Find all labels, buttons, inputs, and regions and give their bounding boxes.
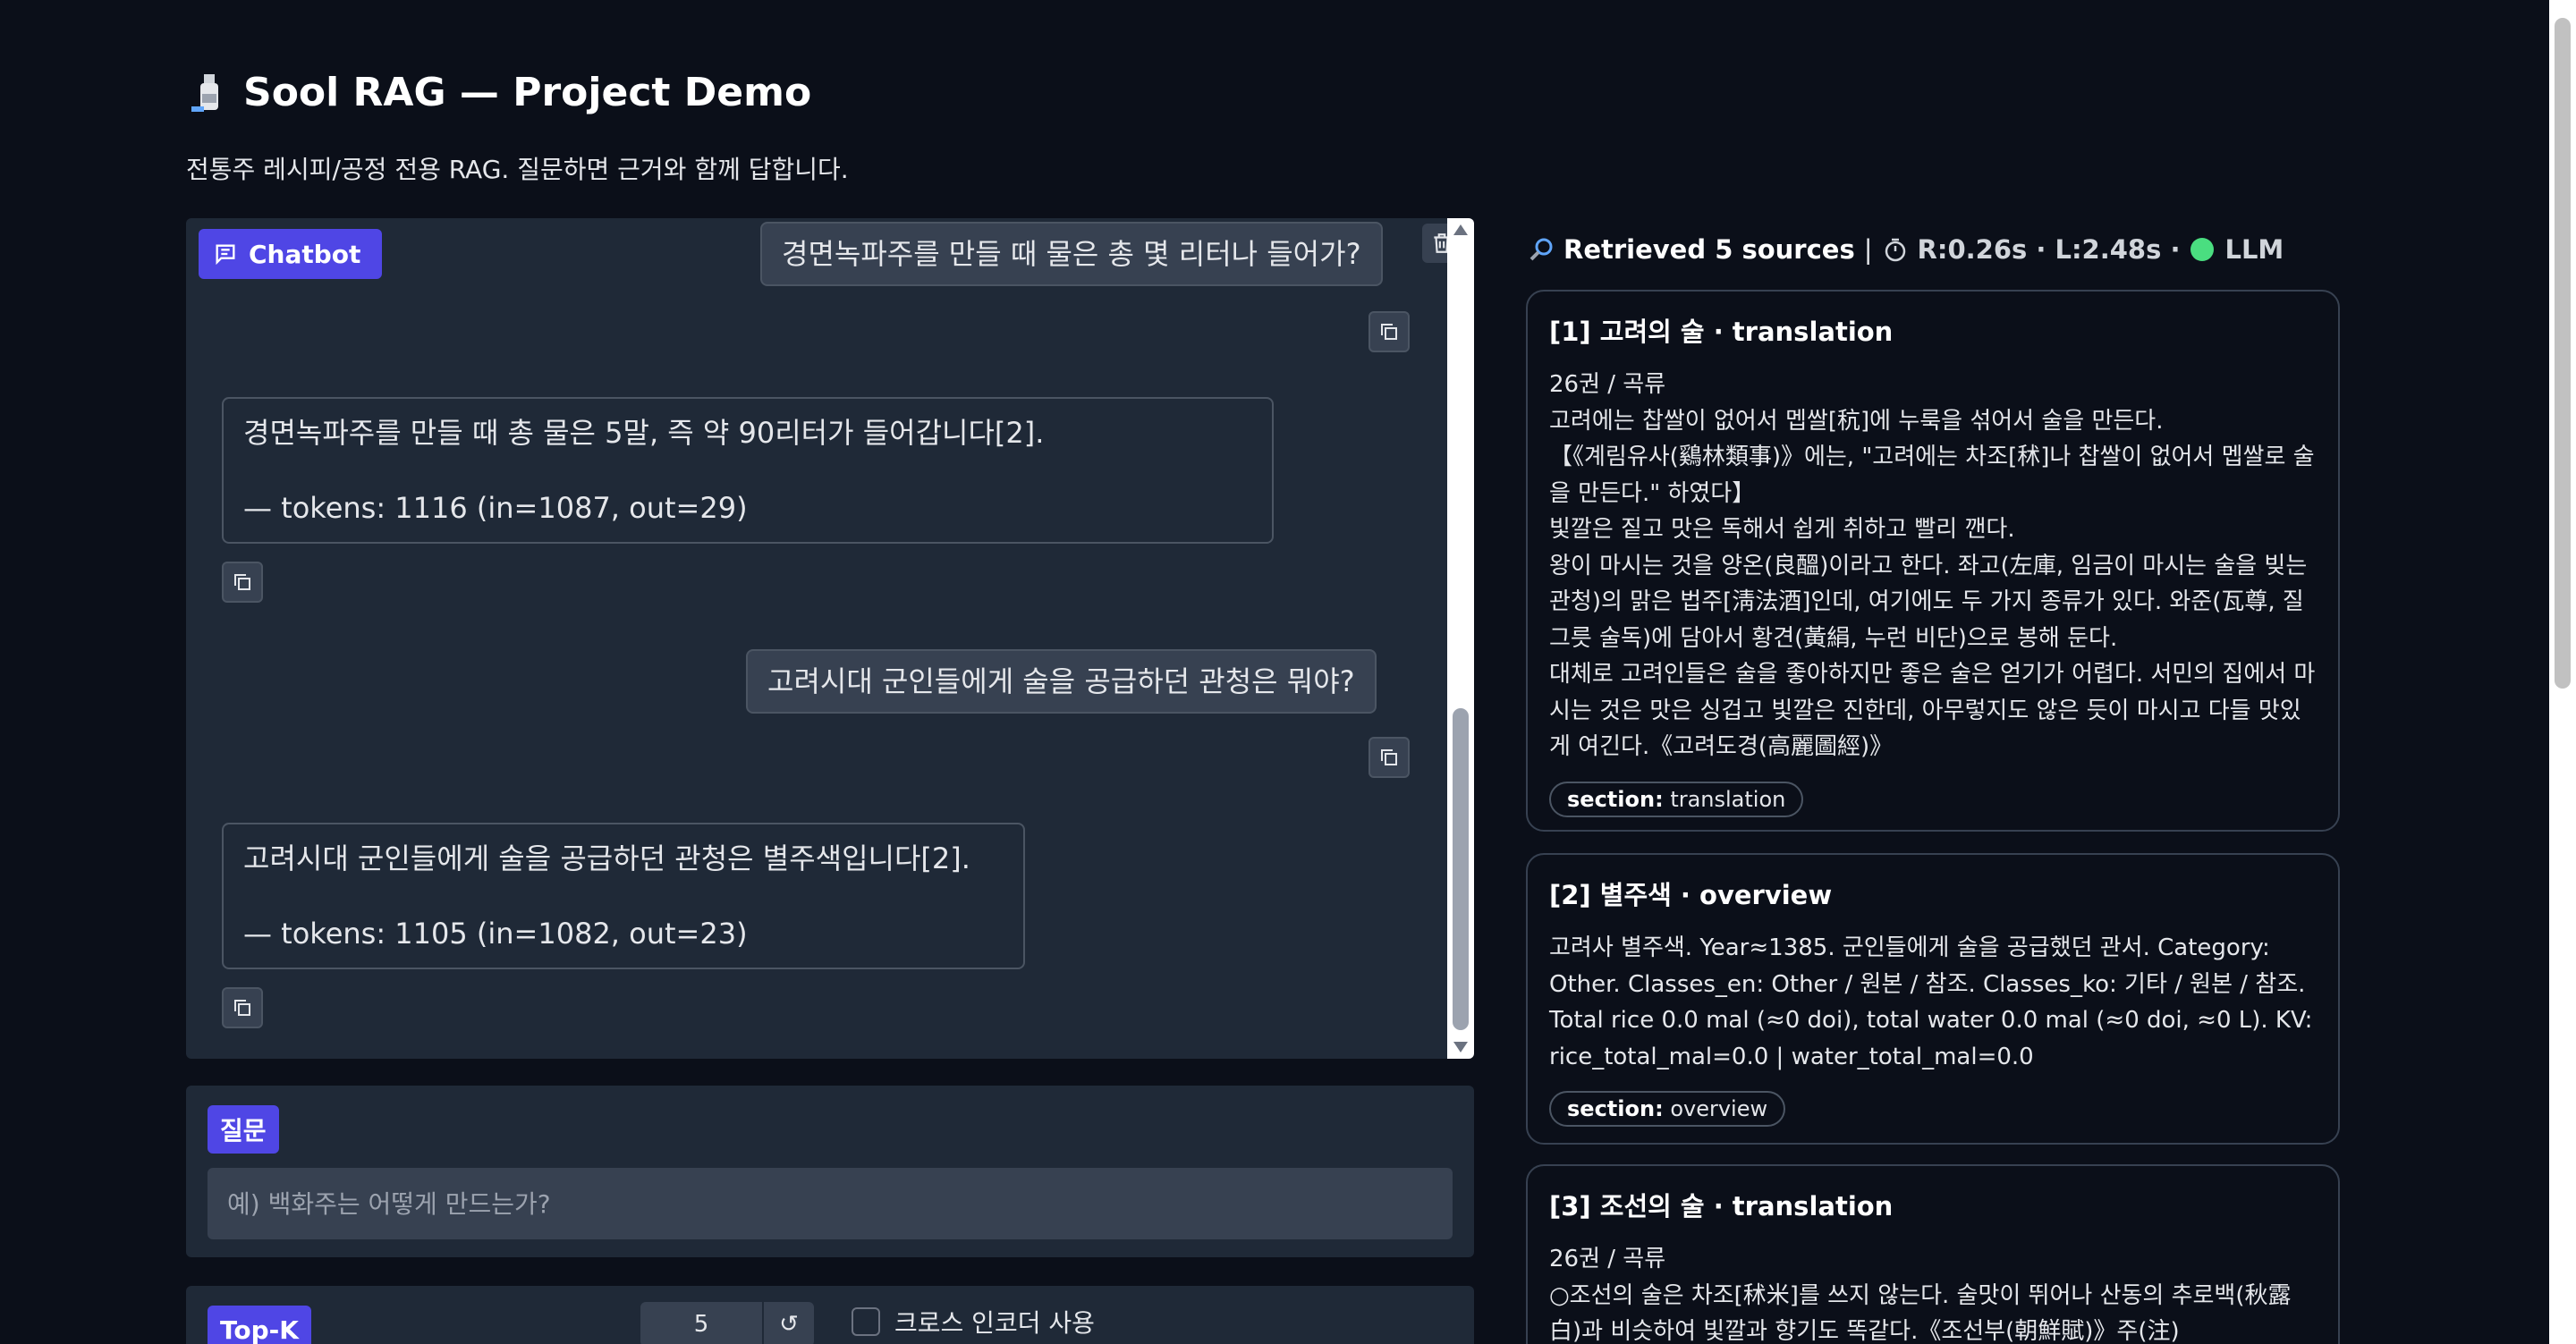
user-message-text: 고려시대 군인들에게 술을 공급하던 관청은 뭐야? xyxy=(767,664,1355,698)
source-line: 대체로 고려인들은 술을 좋아하지만 좋은 술은 얻기가 어렵다. 서민의 집에… xyxy=(1549,661,2316,760)
user-message: 고려시대 군인들에게 술을 공급하던 관청은 뭐야? xyxy=(746,649,1377,714)
user-message-text: 경면녹파주를 만들 때 물은 총 몇 리터나 들어가? xyxy=(782,237,1361,271)
chat-scrollbar[interactable] xyxy=(1447,218,1474,1059)
sources-separator: | xyxy=(1863,234,1873,265)
bot-message: 고려시대 군인들에게 술을 공급하던 관청은 별주색입니다[2]. — toke… xyxy=(222,823,1025,969)
chat-scroll-thumb[interactable] xyxy=(1453,708,1469,1030)
source-line: 【《계림유사(鷄林類事)》에는, "고려에는 차조[秫]나 찹쌀이 없어서 멥쌀… xyxy=(1549,444,2315,507)
token-count: — tokens: 1105 (in=1082, out=23) xyxy=(243,917,748,951)
source-card-body: 고려사 별주색. Year≈1385. 군인들에게 술을 공급했던 관서. Ca… xyxy=(1549,930,2317,1075)
source-line: 빛깔은 짙고 맛은 독해서 쉽게 취하고 빨리 깬다. xyxy=(1549,516,2015,543)
cross-encoder-label: 크로스 인코더 사용 xyxy=(894,1308,1095,1338)
scroll-down-arrow-icon[interactable] xyxy=(1451,1039,1470,1055)
source-card-title: [2] 별주색 · overview xyxy=(1549,880,1833,910)
source-line: 고려에는 찹쌀이 없어서 멥쌀[秔]에 누룩을 섞어서 술을 만든다. xyxy=(1549,407,2164,435)
section-tag-key: section: xyxy=(1567,1096,1664,1121)
chatbot-label: Chatbot xyxy=(199,229,383,279)
copy-button[interactable] xyxy=(1368,737,1410,778)
copy-icon xyxy=(1381,324,1397,340)
source-card: [1] 고려의 술 · translation 26권 / 곡류 고려에는 찹쌀… xyxy=(1526,290,2340,832)
cross-encoder-checkbox[interactable] xyxy=(852,1307,880,1336)
page-scrollbar[interactable] xyxy=(2549,0,2576,1344)
topk-reset-button[interactable]: ↺ xyxy=(764,1302,814,1344)
question-input[interactable] xyxy=(208,1168,1453,1239)
settings-panel: Top-K ↺ 크로스 인코더 사용 xyxy=(186,1286,1474,1344)
source-card-title: [3] 조선의 술 · translation xyxy=(1549,1191,1894,1221)
copy-button[interactable] xyxy=(1368,311,1410,352)
copy-button[interactable] xyxy=(222,987,263,1028)
source-card-body: 26권 / 곡류 고려에는 찹쌀이 없어서 멥쌀[秔]에 누룩을 섞어서 술을 … xyxy=(1549,367,2317,765)
copy-button[interactable] xyxy=(222,562,263,603)
section-tag-value: translation xyxy=(1670,786,1786,812)
source-card-title: [1] 고려의 술 · translation xyxy=(1549,317,1894,347)
token-count: — tokens: 1116 (in=1087, out=29) xyxy=(243,491,748,525)
copy-icon xyxy=(234,1000,250,1016)
source-line: 고려사 별주색. Year≈1385. 군인들에게 술을 공급했던 관서. Ca… xyxy=(1549,934,2313,1070)
section-tag: section: overview xyxy=(1549,1091,1786,1127)
section-tag-value: overview xyxy=(1670,1096,1768,1121)
section-tag: section: translation xyxy=(1549,781,1804,817)
page-subtitle: 전통주 레시피/공정 전용 RAG. 질문하면 근거와 함께 답합니다. xyxy=(186,155,849,184)
chat-panel: Chatbot 경면녹파주를 만들 때 물은 총 몇 리터나 들어가? 경면녹파… xyxy=(186,218,1474,1059)
topk-label: Top-K xyxy=(208,1306,311,1344)
source-card-body: 26권 / 곡류 ○조선의 술은 차조[秫米]를 쓰지 않는다. 술맛이 뛰어나… xyxy=(1549,1241,2317,1344)
bottle-icon xyxy=(191,73,218,112)
source-line: 왕이 마시는 것을 양온(良醞)이라고 한다. 좌고(左庫, 임금이 마시는 술… xyxy=(1549,552,2308,652)
stopwatch-icon xyxy=(1885,238,1905,262)
topk-input[interactable] xyxy=(640,1302,762,1344)
bot-message-text: 고려시대 군인들에게 술을 공급하던 관청은 별주색입니다[2]. xyxy=(243,841,970,875)
green-dot-icon xyxy=(2190,238,2215,261)
source-line: 26권 / 곡류 xyxy=(1549,371,1666,398)
copy-icon xyxy=(234,574,250,590)
page-title-text: Sool RAG — Project Demo xyxy=(243,70,812,115)
bot-message-text: 경면녹파주를 만들 때 총 물은 5말, 즉 약 90리터가 들어갑니다[2]. xyxy=(243,416,1045,450)
magnifier-icon xyxy=(1530,238,1553,261)
source-line: 26권 / 곡류 xyxy=(1549,1246,1666,1272)
sources-header: Retrieved 5 sources | R:0.26s · L:2.48s … xyxy=(1528,234,2284,265)
section-tag-key: section: xyxy=(1567,786,1664,812)
page-scroll-thumb[interactable] xyxy=(2555,18,2571,689)
scroll-up-arrow-icon[interactable] xyxy=(1451,222,1470,238)
timing-text: R:0.26s · L:2.48s · xyxy=(1917,234,2181,265)
source-line: ○조선의 술은 차조[秫米]를 쓰지 않는다. 술맛이 뛰어나 산동의 추로백(… xyxy=(1549,1281,2292,1344)
mode-text: LLM xyxy=(2224,234,2284,265)
page-title: Sool RAG — Project Demo xyxy=(186,70,811,115)
chat-bubble-icon xyxy=(216,244,235,266)
source-card: [2] 별주색 · overview 고려사 별주색. Year≈1385. 군… xyxy=(1526,853,2340,1145)
chatbot-label-text: Chatbot xyxy=(249,239,361,269)
bot-message: 경면녹파주를 만들 때 총 물은 5말, 즉 약 90리터가 들어갑니다[2].… xyxy=(222,397,1274,544)
question-panel: 질문 xyxy=(186,1086,1474,1257)
copy-icon xyxy=(1381,749,1397,765)
source-card: [3] 조선의 술 · translation 26권 / 곡류 ○조선의 술은… xyxy=(1526,1164,2340,1344)
sources-count: Retrieved 5 sources xyxy=(1563,234,1855,265)
question-label: 질문 xyxy=(208,1105,279,1154)
user-message: 경면녹파주를 만들 때 물은 총 몇 리터나 들어가? xyxy=(760,222,1383,286)
